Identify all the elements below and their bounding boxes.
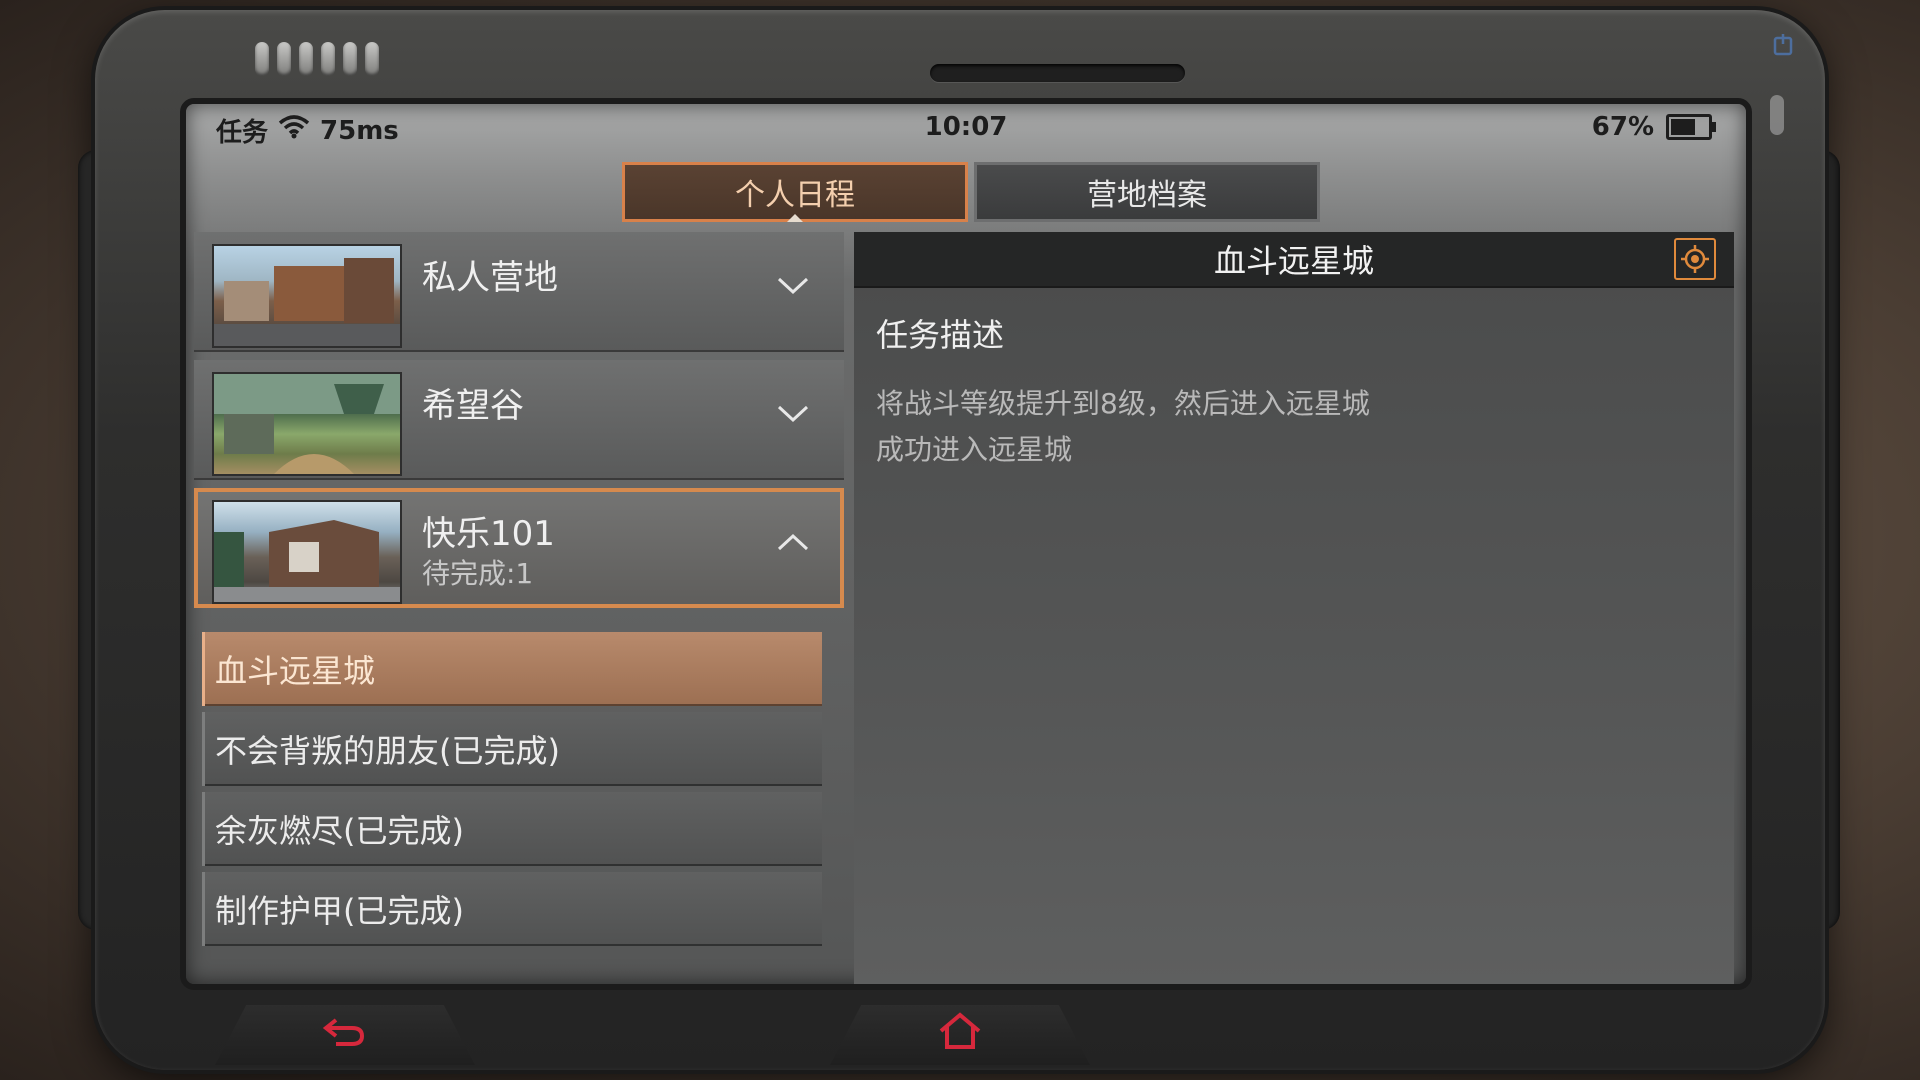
device-speaker bbox=[930, 64, 1185, 82]
battery-icon bbox=[1666, 114, 1716, 140]
quest-item[interactable]: 余灰燃尽(已完成) bbox=[202, 792, 822, 866]
quest-item[interactable]: 不会背叛的朋友(已完成) bbox=[202, 712, 822, 786]
pending-count: 待完成:1 bbox=[422, 557, 534, 590]
device-side-button bbox=[1770, 95, 1784, 135]
map-name: 快乐101 bbox=[422, 514, 555, 554]
quest-detail-header: 血斗远星城 bbox=[854, 232, 1734, 288]
map-thumbnail bbox=[212, 244, 402, 348]
back-arrow-icon bbox=[322, 1014, 368, 1057]
section-title: 任务描述 bbox=[876, 316, 1005, 354]
quest-detail-panel: 血斗远星城 任务描述 将战斗等级提升到8级，然后进入远星城 成功进入远星城 bbox=[854, 232, 1734, 984]
home-icon bbox=[938, 1011, 982, 1059]
tab-bar: 个人日程 营地档案 bbox=[622, 162, 1320, 222]
map-name: 私人营地 bbox=[422, 258, 558, 298]
map-item-hope-valley[interactable]: 希望谷 bbox=[194, 360, 844, 480]
chevron-down-icon[interactable] bbox=[776, 270, 810, 304]
status-bar: 任务 75ms 10:07 67% bbox=[186, 104, 1746, 148]
device-vents bbox=[255, 42, 379, 76]
map-item-happy-101[interactable]: 快乐101 待完成:1 bbox=[194, 488, 844, 608]
clock-time: 10:07 bbox=[924, 112, 1008, 142]
map-item-private-camp[interactable]: 私人营地 bbox=[194, 232, 844, 352]
quest-item[interactable]: 血斗远星城 bbox=[202, 632, 822, 706]
tab-camp-archive[interactable]: 营地档案 bbox=[974, 162, 1320, 222]
quest-description-line: 成功进入远星城 bbox=[876, 433, 1073, 466]
map-thumbnail bbox=[212, 372, 402, 476]
quest-item[interactable]: 制作护甲(已完成) bbox=[202, 872, 822, 946]
tab-personal-schedule[interactable]: 个人日程 bbox=[622, 162, 968, 222]
map-thumbnail bbox=[212, 500, 402, 604]
back-button[interactable] bbox=[215, 1005, 475, 1065]
device-screen: 任务 75ms 10:07 67% 个人日程 营地档案 私人营地 希望谷 快乐1… bbox=[180, 98, 1752, 990]
battery-percent: 67% bbox=[1591, 112, 1654, 142]
chevron-down-icon[interactable] bbox=[776, 398, 810, 432]
quest-detail-title: 血斗远星城 bbox=[1213, 242, 1374, 280]
home-button[interactable] bbox=[830, 1005, 1090, 1065]
power-icon[interactable] bbox=[1765, 32, 1801, 68]
map-name: 希望谷 bbox=[422, 386, 524, 426]
crosshair-icon[interactable] bbox=[1674, 238, 1716, 280]
map-list-panel: 私人营地 希望谷 快乐101 待完成:1 血斗远星城 不会背叛的朋友(已完成) … bbox=[194, 232, 844, 984]
chevron-up-icon[interactable] bbox=[776, 526, 810, 560]
quest-list: 血斗远星城 不会背叛的朋友(已完成) 余灰燃尽(已完成) 制作护甲(已完成) bbox=[202, 632, 822, 952]
quest-description-line: 将战斗等级提升到8级，然后进入远星城 bbox=[876, 387, 1370, 420]
